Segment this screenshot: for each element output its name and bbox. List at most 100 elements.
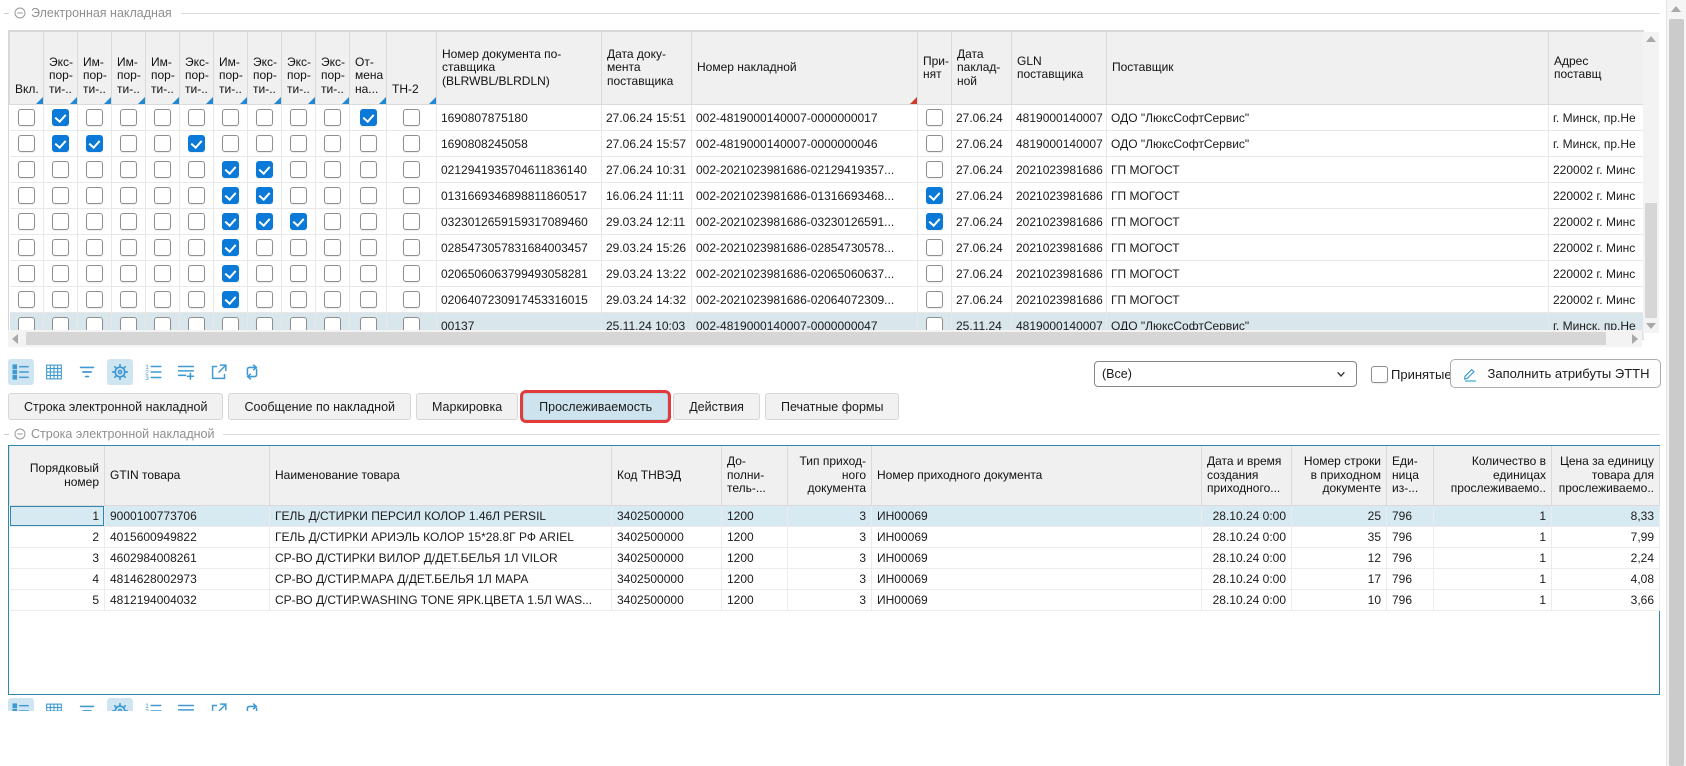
column-header[interactable]: Порядковый номер — [10, 446, 105, 506]
refresh-icon[interactable] — [239, 359, 265, 385]
row-checkbox[interactable] — [403, 291, 420, 308]
filter-icon[interactable] — [74, 698, 100, 711]
row-checkbox[interactable] — [120, 291, 137, 308]
waybill-row[interactable]: 020650606379949305828129.03.24 13:22002-… — [10, 261, 1644, 287]
row-checkbox[interactable] — [120, 239, 137, 256]
column-header[interactable]: GLN поставщика — [1012, 32, 1107, 105]
column-header[interactable]: Экс- пор- ти-.. — [316, 32, 350, 105]
settings-icon[interactable] — [107, 359, 133, 385]
column-header[interactable]: ТН-2 — [387, 32, 437, 105]
row-checkbox[interactable] — [18, 213, 35, 230]
line-row[interactable]: 34602984008261СР-ВО Д/СТИРКИ ВИЛОР Д/ДЕТ… — [10, 548, 1660, 569]
row-checkbox[interactable] — [360, 187, 377, 204]
filter-icon[interactable] — [74, 359, 100, 385]
row-checkbox[interactable] — [18, 109, 35, 126]
tab-1[interactable]: Строка электронной накладной — [8, 393, 223, 420]
waybill-table-vscrollbar[interactable] — [1643, 32, 1659, 333]
column-header[interactable]: Им- пор- ти-.. — [78, 32, 112, 105]
row-checkbox[interactable] — [120, 135, 137, 152]
refresh-icon[interactable] — [239, 698, 265, 711]
row-checkbox[interactable] — [52, 161, 69, 178]
row-checkbox[interactable] — [86, 135, 103, 152]
grid-icon[interactable] — [41, 698, 67, 711]
collapse-icon[interactable] — [14, 7, 26, 19]
page-scroll-thumb[interactable] — [1669, 19, 1684, 766]
column-header[interactable]: Код ТНВЭД — [612, 446, 722, 506]
row-checkbox[interactable] — [926, 109, 943, 126]
row-checkbox[interactable] — [18, 161, 35, 178]
row-checkbox[interactable] — [403, 239, 420, 256]
row-checkbox[interactable] — [52, 109, 69, 126]
row-checkbox[interactable] — [324, 161, 341, 178]
row-checkbox[interactable] — [256, 213, 273, 230]
row-checkbox[interactable] — [154, 135, 171, 152]
row-checkbox[interactable] — [256, 161, 273, 178]
row-checkbox[interactable] — [256, 109, 273, 126]
row-checkbox[interactable] — [86, 291, 103, 308]
row-checkbox[interactable] — [188, 161, 205, 178]
collapse-icon[interactable] — [14, 428, 26, 440]
waybill-row[interactable]: 021294193570461183614027.06.24 10:31002-… — [10, 157, 1644, 183]
row-checkbox[interactable] — [154, 161, 171, 178]
filter-dropdown[interactable]: (Все) — [1094, 361, 1357, 387]
row-checkbox[interactable] — [324, 109, 341, 126]
row-checkbox[interactable] — [222, 239, 239, 256]
line-row[interactable]: 19000100773706ГЕЛЬ Д/СТИРКИ ПЕРСИЛ КОЛОР… — [10, 506, 1660, 527]
row-checkbox[interactable] — [86, 109, 103, 126]
row-checkbox[interactable] — [18, 187, 35, 204]
column-header[interactable]: Номер строки в приходном документе — [1292, 446, 1387, 506]
waybill-table-hscrollbar[interactable] — [8, 330, 1642, 347]
open-external-icon[interactable] — [206, 698, 232, 711]
scroll-up-arrow[interactable] — [1671, 6, 1681, 12]
column-header[interactable]: Дата доку- мента поставщика — [602, 32, 692, 105]
column-header[interactable]: Номер накладной — [692, 32, 918, 105]
row-checkbox[interactable] — [154, 213, 171, 230]
column-header[interactable]: Номер документа по- ставщика (BLRWBL/BLR… — [437, 32, 602, 105]
add-row-icon[interactable] — [173, 359, 199, 385]
row-checkbox[interactable] — [324, 213, 341, 230]
row-checkbox[interactable] — [52, 135, 69, 152]
row-checkbox[interactable] — [188, 265, 205, 282]
tab-3[interactable]: Маркировка — [416, 393, 518, 420]
row-checkbox[interactable] — [926, 135, 943, 152]
numbered-list-icon[interactable]: 1 23 — [140, 698, 166, 711]
hscroll-thumb[interactable] — [26, 332, 1606, 345]
add-row-icon[interactable] — [173, 698, 199, 711]
row-checkbox[interactable] — [86, 161, 103, 178]
row-checkbox[interactable] — [926, 265, 943, 282]
row-checkbox[interactable] — [290, 291, 307, 308]
row-checkbox[interactable] — [926, 291, 943, 308]
row-checkbox[interactable] — [926, 161, 943, 178]
row-checkbox[interactable] — [360, 213, 377, 230]
row-checkbox[interactable] — [18, 265, 35, 282]
row-checkbox[interactable] — [222, 265, 239, 282]
column-header[interactable]: Дата и время создания приходного... — [1202, 446, 1292, 506]
column-header[interactable]: Дата naклад- ной — [952, 32, 1012, 105]
row-checkbox[interactable] — [188, 213, 205, 230]
column-header[interactable]: Им- пор- ти-.. — [112, 32, 146, 105]
row-checkbox[interactable] — [324, 187, 341, 204]
scroll-left-arrow[interactable] — [12, 334, 18, 344]
column-header[interactable]: Номер приходного документа — [872, 446, 1202, 506]
column-header[interactable]: Тип приход- ного документа — [788, 446, 872, 506]
waybill-row[interactable]: 169080787518027.06.24 15:51002-481900014… — [10, 105, 1644, 131]
scroll-right-arrow[interactable] — [1632, 334, 1638, 344]
tab-4[interactable]: Прослеживаемость — [523, 393, 668, 420]
row-checkbox[interactable] — [52, 187, 69, 204]
row-checkbox[interactable] — [222, 187, 239, 204]
column-header[interactable]: При- нят — [918, 32, 952, 105]
open-external-icon[interactable] — [206, 359, 232, 385]
row-checkbox[interactable] — [324, 135, 341, 152]
row-checkbox[interactable] — [188, 291, 205, 308]
row-checkbox[interactable] — [188, 239, 205, 256]
row-checkbox[interactable] — [120, 213, 137, 230]
row-checkbox[interactable] — [52, 265, 69, 282]
line-row[interactable]: 44814628002973СР-ВО Д/СТИР.МАРА Д/ДЕТ.БЕ… — [10, 569, 1660, 590]
row-checkbox[interactable] — [86, 213, 103, 230]
column-header[interactable]: От- мена на... — [350, 32, 387, 105]
row-checkbox[interactable] — [154, 187, 171, 204]
column-header[interactable]: Поставщик — [1107, 32, 1549, 105]
row-checkbox[interactable] — [120, 161, 137, 178]
numbered-list-icon[interactable]: 1 23 — [140, 359, 166, 385]
row-checkbox[interactable] — [154, 239, 171, 256]
